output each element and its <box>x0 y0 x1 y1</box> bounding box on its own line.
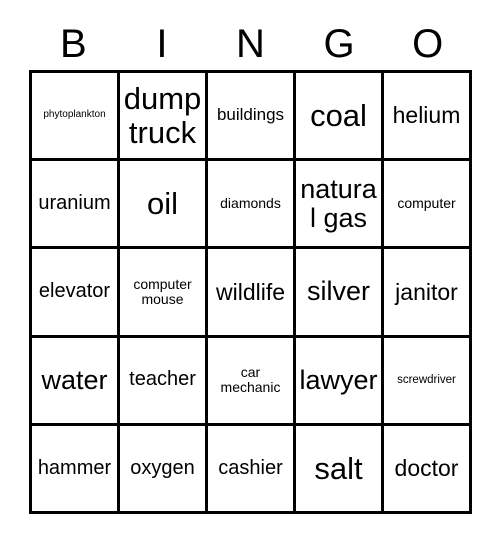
bingo-cell-label: computer <box>397 195 456 212</box>
bingo-cell-label: natural gas <box>300 173 377 233</box>
bingo-cell-i1[interactable]: dump truck <box>120 73 208 162</box>
bingo-cell-label: computer mouse <box>133 275 192 307</box>
bingo-cell-g5[interactable]: salt <box>296 425 384 514</box>
bingo-cell-label: hammer <box>37 456 112 479</box>
bingo-cell-b2[interactable]: uranium <box>32 161 120 250</box>
bingo-cell-n5[interactable]: cashier <box>208 425 296 514</box>
bingo-cell-label: wildlife <box>215 278 286 305</box>
bingo-cell-label: helium <box>392 102 461 129</box>
bingo-cell-label: diamonds <box>220 195 281 212</box>
bingo-cell-label: janitor <box>395 278 458 305</box>
bingo-cell-i3[interactable]: computer mouse <box>120 249 208 338</box>
bingo-header-letter-o: O <box>412 22 444 66</box>
bingo-cell-g1[interactable]: coal <box>296 73 384 162</box>
bingo-header-letter-g: G <box>323 22 355 66</box>
bingo-cell-label: car mechanic <box>220 364 281 396</box>
bingo-cell-o4[interactable]: screwdriver <box>384 337 472 426</box>
bingo-cell-label: screwdriver <box>397 373 456 386</box>
bingo-cell-label: oil <box>146 186 178 222</box>
bingo-cell-g4[interactable]: lawyer <box>296 337 384 426</box>
bingo-header-letter-b: B <box>59 22 87 66</box>
bingo-cell-i4[interactable]: teacher <box>120 337 208 426</box>
bingo-cell-i2[interactable]: oil <box>120 161 208 250</box>
bingo-cell-label: silver <box>306 276 370 307</box>
bingo-cell-g3[interactable]: silver <box>296 249 384 338</box>
bingo-cell-n2[interactable]: diamonds <box>208 161 296 250</box>
bingo-header-row: B I N G O <box>29 18 472 70</box>
bingo-cell-i5[interactable]: oxygen <box>120 425 208 514</box>
bingo-cell-label: water <box>41 364 108 395</box>
bingo-cell-o3[interactable]: janitor <box>384 249 472 338</box>
bingo-cell-label: coal <box>310 97 367 133</box>
bingo-header-letter-i: I <box>156 22 168 66</box>
bingo-header-letter-n: N <box>236 22 265 66</box>
bingo-cell-o1[interactable]: helium <box>384 73 472 162</box>
bingo-card: B I N G O phytoplankton dump truck build… <box>0 0 501 544</box>
bingo-cell-o5[interactable]: doctor <box>384 425 472 514</box>
bingo-cell-label: buildings <box>216 105 285 125</box>
bingo-cell-label: doctor <box>394 454 459 481</box>
bingo-cell-label: salt <box>314 450 363 486</box>
bingo-cell-label: oxygen <box>130 456 195 479</box>
bingo-cell-label: cashier <box>218 456 283 479</box>
bingo-cell-label: lawyer <box>299 364 378 395</box>
bingo-cell-n3[interactable]: wildlife <box>208 249 296 338</box>
bingo-cell-label: elevator <box>38 280 111 303</box>
bingo-cell-label: phytoplankton <box>43 109 106 121</box>
bingo-cell-label: teacher <box>129 368 196 391</box>
bingo-cell-label: uranium <box>38 191 111 214</box>
bingo-cell-label: dump truck <box>123 81 202 150</box>
bingo-cell-b3[interactable]: elevator <box>32 249 120 338</box>
bingo-cell-o2[interactable]: computer <box>384 161 472 250</box>
bingo-cell-g2[interactable]: natural gas <box>296 161 384 250</box>
bingo-cell-b1[interactable]: phytoplankton <box>32 73 120 162</box>
bingo-cell-b5[interactable]: hammer <box>32 425 120 514</box>
bingo-cell-n4[interactable]: car mechanic <box>208 337 296 426</box>
bingo-cell-n1[interactable]: buildings <box>208 73 296 162</box>
bingo-grid: phytoplankton dump truck buildings coal … <box>29 70 472 514</box>
bingo-cell-b4[interactable]: water <box>32 337 120 426</box>
